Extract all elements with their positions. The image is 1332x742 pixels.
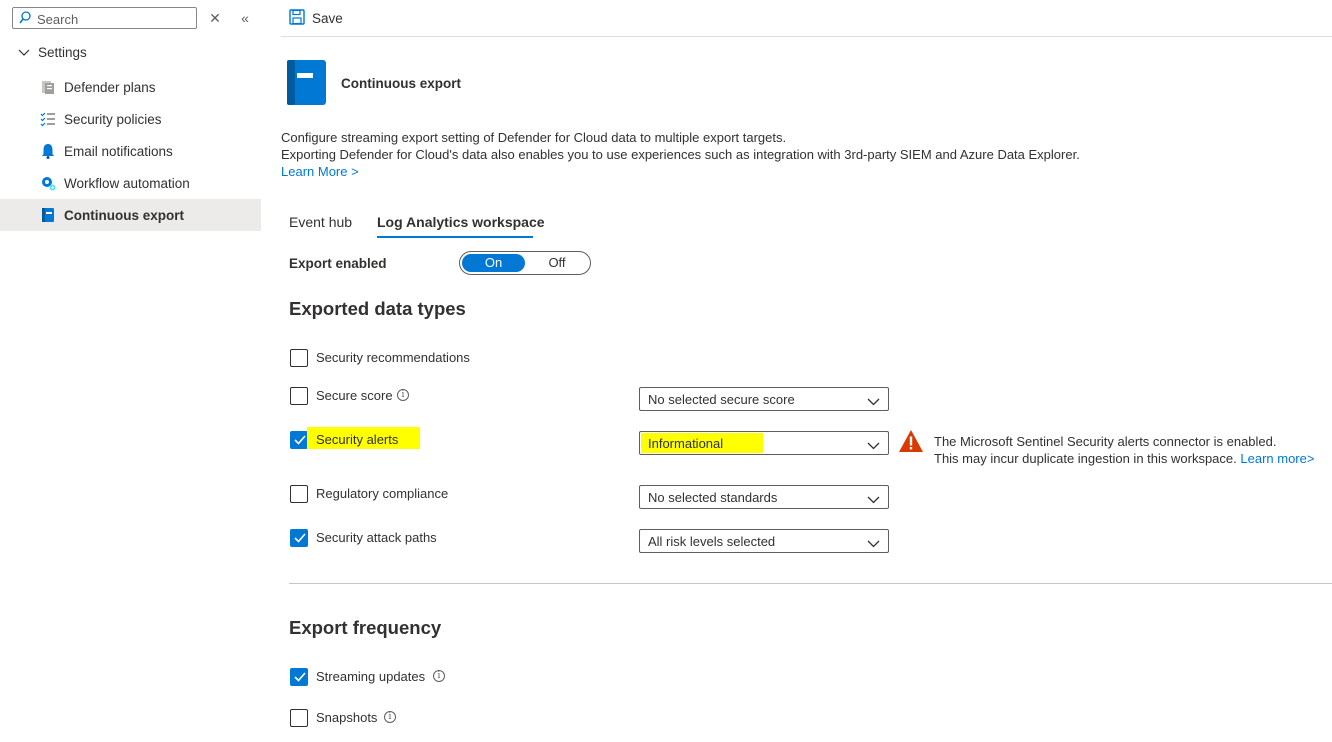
toggle-off-option[interactable]: Off: [526, 254, 588, 272]
security-alerts-checkbox[interactable]: [290, 431, 308, 449]
secure-score-dropdown[interactable]: No selected secure score: [639, 387, 889, 411]
search-input[interactable]: Search: [12, 7, 197, 29]
dropdown-value: No selected standards: [648, 490, 778, 505]
checklist-icon: [40, 111, 56, 127]
sidebar-item-label: Continuous export: [64, 207, 184, 223]
collapse-sidebar-icon[interactable]: «: [235, 8, 255, 28]
section-divider: [289, 583, 1332, 584]
export-book-icon: [40, 207, 56, 223]
streaming-updates-info-icon[interactable]: i: [433, 670, 445, 682]
security-recommendations-label: Security recommendations: [316, 350, 470, 365]
checkmark-icon: [294, 435, 306, 445]
dropdown-value: Informational: [648, 436, 724, 451]
checkmark-icon: [294, 672, 306, 682]
toolbar-divider: [281, 36, 1332, 37]
regulatory-compliance-dropdown[interactable]: No selected standards: [639, 485, 889, 509]
chevron-down-icon: [18, 45, 30, 60]
tree-settings-label: Settings: [38, 45, 87, 60]
page-title: Continuous export: [341, 76, 461, 91]
sidebar-item-label: Security policies: [64, 111, 162, 127]
learn-more-link[interactable]: Learn More >: [281, 164, 359, 179]
snapshots-checkbox[interactable]: [290, 709, 308, 727]
security-alerts-severity-dropdown[interactable]: Informational: [639, 431, 889, 455]
save-label: Save: [312, 11, 343, 26]
save-icon: [289, 9, 305, 28]
chevron-down-icon: [867, 492, 880, 507]
tab-log-analytics-workspace[interactable]: Log Analytics workspace: [377, 214, 545, 230]
checkmark-icon: [294, 533, 306, 543]
search-placeholder: Search: [37, 12, 79, 27]
dropdown-value: All risk levels selected: [648, 534, 776, 549]
export-enabled-label: Export enabled: [289, 256, 387, 271]
secure-score-checkbox[interactable]: [290, 387, 308, 405]
security-alerts-label: Security alerts: [316, 432, 399, 447]
page-description: Configure streaming export setting of De…: [281, 129, 1080, 180]
security-recommendations-checkbox[interactable]: [290, 349, 308, 367]
export-frequency-heading: Export frequency: [289, 617, 442, 638]
warning-icon: [898, 429, 924, 456]
continuous-export-icon: [285, 58, 327, 109]
chevron-down-icon: [867, 394, 880, 409]
warning-line-1: The Microsoft Sentinel Security alerts c…: [934, 434, 1277, 449]
search-icon: [19, 11, 31, 27]
description-line-2: Exporting Defender for Cloud's data also…: [281, 147, 1080, 162]
chevron-down-icon: [867, 536, 880, 551]
security-attack-paths-checkbox[interactable]: [290, 529, 308, 547]
security-attack-paths-dropdown[interactable]: All risk levels selected: [639, 529, 889, 553]
exported-data-types-heading: Exported data types: [289, 298, 466, 319]
chevron-down-icon: [867, 438, 880, 453]
streaming-updates-checkbox[interactable]: [290, 668, 308, 686]
security-attack-paths-label: Security attack paths: [316, 530, 437, 545]
active-tab-indicator: [377, 236, 533, 238]
sidebar-item-security-policies[interactable]: Security policies: [0, 103, 261, 135]
sentinel-warning-message: The Microsoft Sentinel Security alerts c…: [934, 433, 1314, 467]
sidebar-item-label: Workflow automation: [64, 175, 190, 191]
regulatory-compliance-checkbox[interactable]: [290, 485, 308, 503]
snapshots-info-icon[interactable]: i: [384, 711, 396, 723]
sidebar-item-continuous-export[interactable]: Continuous export: [0, 199, 261, 231]
warning-learn-more-link[interactable]: Learn more>: [1240, 451, 1314, 466]
toggle-on-option[interactable]: On: [462, 254, 525, 272]
workflow-gear-icon: [40, 175, 56, 191]
sidebar-item-label: Defender plans: [64, 79, 156, 95]
streaming-updates-label: Streaming updates: [316, 669, 426, 684]
dropdown-value: No selected secure score: [648, 392, 795, 407]
sidebar-item-email-notifications[interactable]: Email notifications: [0, 135, 261, 167]
clear-search-icon[interactable]: ✕: [205, 8, 225, 28]
tree-settings-node[interactable]: Settings: [18, 45, 87, 60]
sidebar-item-label: Email notifications: [64, 143, 173, 159]
sidebar-item-defender-plans[interactable]: Defender plans: [0, 71, 261, 103]
snapshots-label: Snapshots: [316, 710, 378, 725]
secure-score-label: Secure score: [316, 388, 393, 403]
warning-line-2: This may incur duplicate ingestion in th…: [934, 451, 1237, 466]
save-button[interactable]: Save: [289, 9, 343, 28]
defender-plans-icon: [40, 79, 56, 95]
export-enabled-toggle[interactable]: On Off: [459, 251, 591, 275]
regulatory-compliance-label: Regulatory compliance: [316, 486, 449, 501]
tab-event-hub[interactable]: Event hub: [289, 214, 352, 230]
description-line-1: Configure streaming export setting of De…: [281, 130, 787, 145]
secure-score-info-icon[interactable]: i: [397, 389, 409, 401]
bell-icon: [40, 143, 56, 159]
sidebar-item-workflow-automation[interactable]: Workflow automation: [0, 167, 261, 199]
